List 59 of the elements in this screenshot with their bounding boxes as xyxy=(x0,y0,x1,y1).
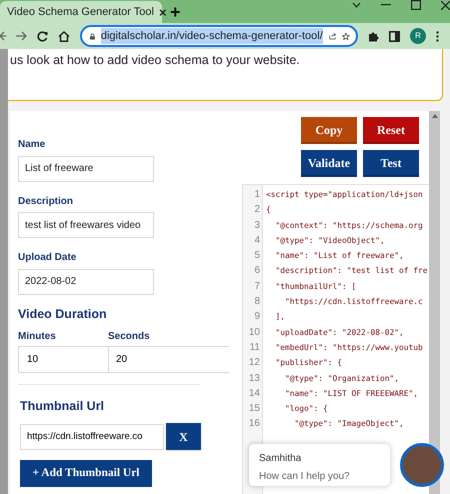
line-number: 8 xyxy=(253,295,261,310)
action-button[interactable]: Test xyxy=(363,150,419,177)
seconds-field[interactable]: 20 xyxy=(109,346,229,374)
line-number: 13 xyxy=(248,372,261,386)
line-number: 5 xyxy=(253,249,261,264)
line-number: 15 xyxy=(248,402,261,416)
action-button[interactable]: Validate xyxy=(301,150,357,177)
field-label: Seconds xyxy=(108,330,150,344)
field-label: Minutes xyxy=(18,330,57,344)
text-field[interactable]: List of freeware xyxy=(18,156,154,182)
action-button[interactable]: Reset xyxy=(363,117,419,144)
field-label: Upload Date xyxy=(18,251,78,265)
agent-name: Samhitha xyxy=(259,452,302,466)
thumbnail-url-field[interactable]: https://cdn.listoffreeware.co xyxy=(20,424,164,450)
line-number: 1 xyxy=(253,188,261,202)
line-number: 3 xyxy=(253,218,261,233)
field-label: Description xyxy=(18,194,74,208)
line-number: 10 xyxy=(248,326,261,340)
text-field[interactable]: test list of freewares video xyxy=(18,212,154,238)
back-arrow-icon[interactable] xyxy=(0,31,6,41)
minimize-icon[interactable] xyxy=(381,4,391,6)
lock-icon xyxy=(90,32,95,40)
line-number: 14 xyxy=(248,386,261,401)
scroll-up-icon[interactable] xyxy=(432,114,438,118)
field-label: Name xyxy=(18,138,46,152)
close-icon[interactable] xyxy=(441,0,450,10)
section-title: Video Duration xyxy=(18,306,108,322)
line-number: 12 xyxy=(248,356,261,370)
maximize-icon[interactable] xyxy=(411,0,421,10)
star-icon[interactable] xyxy=(342,30,350,42)
text-field[interactable]: 2022-08-02 xyxy=(18,268,154,294)
side-panel-icon[interactable] xyxy=(389,30,400,42)
minutes-field[interactable]: 10 xyxy=(18,346,109,374)
home-icon[interactable] xyxy=(58,30,70,42)
line-number: 11 xyxy=(248,340,261,355)
line-number: 9 xyxy=(253,310,261,324)
puzzle-piece-icon[interactable] xyxy=(368,30,379,42)
action-button[interactable]: Copy xyxy=(301,117,357,144)
chat-bubble[interactable]: Samhitha How can I help you? xyxy=(249,444,390,486)
menu-icon[interactable] xyxy=(436,30,439,42)
line-number: 6 xyxy=(253,264,261,278)
section-title: Thumbnail Url xyxy=(20,398,106,416)
line-number: 16 xyxy=(248,417,261,432)
forward-arrow-icon[interactable] xyxy=(16,31,27,41)
new-tab-button[interactable]: + xyxy=(170,3,181,21)
line-number: 4 xyxy=(253,234,261,248)
chat-message: How can I help you? xyxy=(259,470,351,484)
add-thumbnail-button[interactable]: + Add Thumbnail Url xyxy=(20,460,152,487)
intro-text: us look at how to add video schema to your website. xyxy=(10,52,301,69)
line-number: 2 xyxy=(253,203,261,218)
remove-button[interactable]: X xyxy=(166,423,201,450)
tab-title: Video Schema Generator Tool xyxy=(7,4,154,20)
profile-avatar[interactable]: R xyxy=(410,28,426,44)
line-number: 7 xyxy=(253,280,261,294)
address-bar[interactable]: digitalscholar.in/video-schema-generator-tool/ xyxy=(80,25,358,47)
reload-icon[interactable] xyxy=(37,30,48,42)
url-text: digitalscholar.in/video-schema-generator-tool/ xyxy=(100,28,323,44)
share-icon[interactable] xyxy=(328,31,336,41)
caret-icon[interactable] xyxy=(352,2,361,8)
